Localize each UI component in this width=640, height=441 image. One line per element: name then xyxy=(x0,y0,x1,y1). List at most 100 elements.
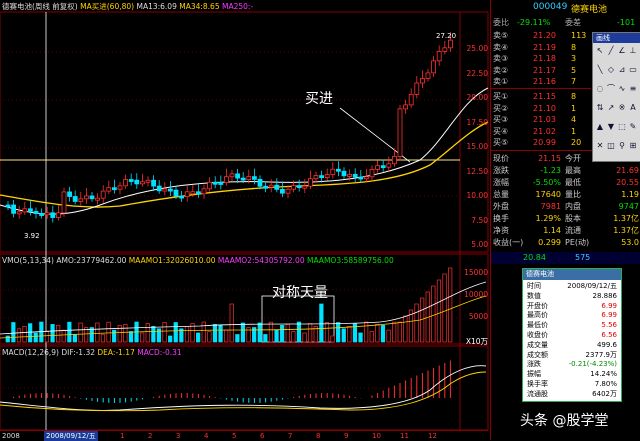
price-axis-tick: 22.50 xyxy=(466,68,488,78)
candle-body xyxy=(431,60,437,74)
symmetric-volume-annotation: 对称天量 xyxy=(272,285,328,301)
candle-body xyxy=(408,93,414,106)
weibi-value: -29.11% xyxy=(517,18,551,27)
stat-row: 涨幅 -5.50% 最低 20.55 xyxy=(493,177,640,188)
pointer-icon[interactable]: ↖ xyxy=(595,46,605,56)
stat-label: 收益(一) xyxy=(493,238,524,247)
up-arrow-icon[interactable]: ▲ xyxy=(595,122,605,132)
stat-value: 21.69 xyxy=(616,166,639,175)
candle-body xyxy=(72,196,78,202)
volume-bar xyxy=(28,323,33,343)
volume-axis-tick: 5000 xyxy=(468,312,488,321)
weibi-row: 委比 -29.11% 委差 -101 xyxy=(493,17,640,28)
candle-body xyxy=(201,188,207,195)
candle-body xyxy=(391,155,397,165)
box-icon[interactable]: ⬚ xyxy=(617,122,627,132)
price-axis-tick: 17.50 xyxy=(466,117,488,127)
candle-body xyxy=(235,173,241,179)
split-icon[interactable]: ◫ xyxy=(606,141,616,151)
updown-icon[interactable]: ⇅ xyxy=(595,103,605,113)
popup-key: 流通股 xyxy=(527,389,548,398)
delete-icon[interactable]: ✕ xyxy=(595,141,605,151)
star-icon[interactable]: ※ xyxy=(617,103,627,113)
ask-label: 卖⑤ xyxy=(493,31,509,40)
candle-body xyxy=(212,181,218,185)
rectangle-icon[interactable]: ▭ xyxy=(628,65,638,75)
diamond-icon[interactable]: ◇ xyxy=(606,65,616,75)
candle-body xyxy=(397,108,403,157)
bid-row: 买② 21.10 1 xyxy=(493,103,593,114)
candle-body xyxy=(134,179,140,185)
parallel-icon[interactable]: ≡ xyxy=(628,84,638,94)
volume-bar xyxy=(308,323,313,343)
popup-row: 开盘价 6.99 xyxy=(527,302,617,311)
ask-row: 卖⑤ 21.20 113 xyxy=(493,30,593,41)
stat-value: 1.14 xyxy=(543,226,561,235)
candle-body xyxy=(128,179,134,182)
pen-icon[interactable]: ✎ xyxy=(628,122,638,132)
down-arrow-icon[interactable]: ▼ xyxy=(606,122,616,132)
candle-body xyxy=(330,168,336,175)
candle-body xyxy=(5,204,11,208)
stat-value: 1.37亿 xyxy=(613,226,639,235)
circle-icon[interactable]: ◌ xyxy=(595,84,605,94)
popup-key: 收盘价 xyxy=(527,331,548,339)
volume-bar xyxy=(375,324,380,343)
volume-bar xyxy=(33,332,38,343)
low-price-label: 3.92 xyxy=(24,232,40,240)
ask-volume: 8 xyxy=(571,42,577,52)
bid-row: 买① 21.15 8 xyxy=(493,91,593,102)
bid-row: 买④ 21.02 1 xyxy=(493,126,593,137)
price-axis-tick: 25.00 xyxy=(466,44,488,53)
stat-value: 21.15 xyxy=(538,154,561,163)
amo-label: AMO:23779462.00 xyxy=(56,256,127,265)
text-icon[interactable]: A xyxy=(628,103,638,113)
quote-title-bar: 000049 德赛电池 xyxy=(491,0,640,16)
volume-bar xyxy=(302,332,307,343)
angle-icon[interactable]: ∠ xyxy=(617,46,627,56)
arc-icon[interactable]: ⌒ xyxy=(606,84,616,94)
stat-value: 1.19 xyxy=(621,190,639,199)
volume-bar xyxy=(95,322,100,343)
popup-value: 6.56 xyxy=(601,331,617,339)
candle-body xyxy=(403,104,409,110)
popup-key: 涨跌 xyxy=(527,360,541,369)
drawing-toolbox[interactable]: 画线 ↖ ╱ ∠ ⊥ ╲ ◇ ⊿ ▭ ◌ ⌒ ∿ ≡ ⇅ ↗ ※ A ▲ ▼ ⬚ ✎ ✕ ◫ ⚲ ⊞ xyxy=(592,32,640,162)
candle-body xyxy=(442,47,448,52)
volume-bars xyxy=(5,267,453,343)
ask-price: 21.17 xyxy=(533,65,556,75)
candle-body xyxy=(156,185,162,192)
triangle-icon[interactable]: ⊿ xyxy=(617,65,627,75)
candle-body xyxy=(112,187,117,191)
candle-body xyxy=(263,185,269,189)
grid-icon[interactable]: ⊞ xyxy=(628,141,638,151)
diagonal-icon[interactable]: ╲ xyxy=(595,65,605,75)
popup-value: 499.6 xyxy=(596,340,617,349)
price-chart-svg[interactable] xyxy=(0,0,490,440)
dea-label: DEA:-1.17 xyxy=(97,348,135,357)
stat-label: 现价 xyxy=(493,154,509,163)
watermark: 头条 @股学堂 xyxy=(520,413,609,429)
candle-body xyxy=(229,173,235,178)
chart-area[interactable]: 德赛电池(周线 前复权) MA买进(60,80) MA13:6.09 MA34:… xyxy=(0,0,490,441)
ray-icon[interactable]: ↗ xyxy=(606,103,616,113)
candle-body xyxy=(22,208,28,213)
date-axis: 2008 2008/09/12/五 1 2 3 4 5 6 7 8 9 10 11 12 xyxy=(0,430,488,441)
line-icon[interactable]: ╱ xyxy=(606,46,616,56)
perpendicular-icon[interactable]: ⊥ xyxy=(628,46,638,56)
candle-info-popup[interactable]: 德赛电池 时间 2008/09/12/五 数值 28.886 开盘价 6.99 最高价 6.9… xyxy=(522,268,622,402)
candle-body xyxy=(67,191,72,197)
popup-row: 振幅 14.24% xyxy=(527,370,617,379)
macd-header: MACD(12,26,9) DIF:-1.32 DEA:-1.17 MACD:-… xyxy=(2,347,182,358)
stat-label: 总量 xyxy=(493,190,509,199)
stat-row: 收益(一) 0.299 PE(动) 53.0 xyxy=(493,237,640,248)
volume-bar xyxy=(44,331,50,343)
magnet-icon[interactable]: ⚲ xyxy=(617,141,627,151)
volume-bar xyxy=(319,303,324,343)
bid-label: 买② xyxy=(493,103,509,113)
candle-body xyxy=(151,179,157,187)
wave-icon[interactable]: ∿ xyxy=(617,84,627,94)
popup-row: 换手率 7.80% xyxy=(527,380,617,389)
bid-price: 21.03 xyxy=(533,115,556,124)
candle-body xyxy=(425,72,431,79)
